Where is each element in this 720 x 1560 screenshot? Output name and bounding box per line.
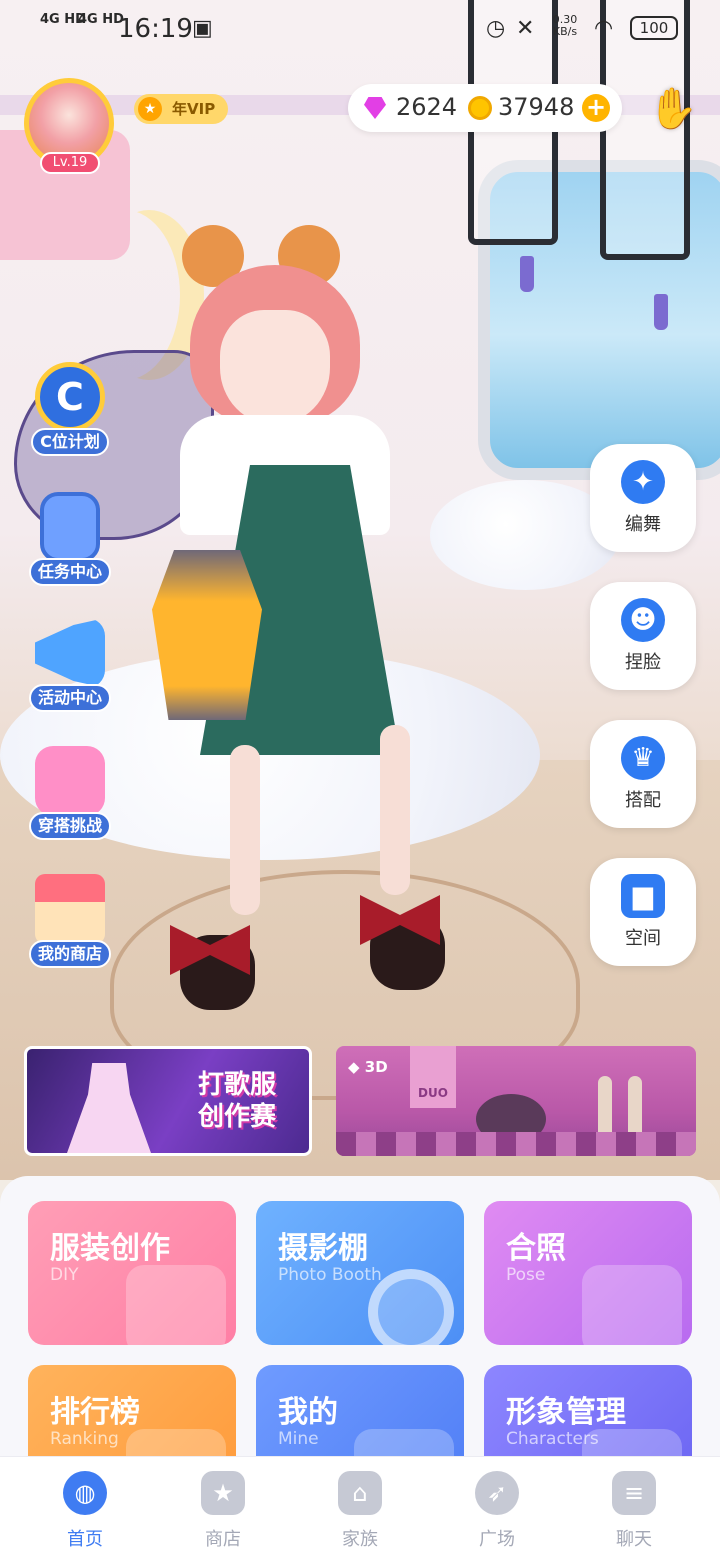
event-center-button[interactable]: 活动中心 <box>20 618 120 712</box>
c-position-plan-button[interactable]: C C位计划 <box>20 362 120 456</box>
tab-shop[interactable]: ★ 商店 <box>173 1471 273 1551</box>
status-bar: 4G HD 4G HD 16:19 ▣ ◷ ✕ 0.30 KB/s ◠ 100 <box>0 0 720 56</box>
network-speed: 0.30 KB/s <box>548 14 582 38</box>
duo-sign: DUO <box>410 1046 456 1108</box>
hand-wave-icon[interactable]: ✋ <box>648 84 698 134</box>
alarm-icon: ◷ <box>486 16 506 41</box>
photo-studio-card[interactable]: 摄影棚 Photo Booth <box>256 1201 464 1345</box>
face-edit-icon: ☻ <box>621 598 665 642</box>
coin-icon <box>468 96 492 120</box>
shopping-bag-icon: ★ <box>201 1471 245 1515</box>
face-edit-button[interactable]: ☻ 捏脸 <box>590 582 696 690</box>
feature-panel: 服装创作 DIY 摄影棚 Photo Booth 合照 Pose 排行榜 Ran… <box>0 1176 720 1509</box>
outfit-challenge-label: 穿搭挑战 <box>28 812 111 840</box>
task-center-button[interactable]: 任务中心 <box>20 492 120 586</box>
photo-frame-icon <box>582 1265 682 1345</box>
sim-icon: ▣ <box>192 16 213 41</box>
dress-illustration <box>67 1063 151 1153</box>
choreography-button[interactable]: ✦ 编舞 <box>590 444 696 552</box>
chat-icon: ≡ <box>612 1471 656 1515</box>
vip-label: 年VIP <box>172 100 216 118</box>
card-title: 摄影棚 <box>278 1231 368 1266</box>
character-face <box>220 310 330 425</box>
tassel-right <box>654 294 668 330</box>
costume-creation-card[interactable]: 服装创作 DIY <box>28 1201 236 1345</box>
banner-title-line2: 创作赛 <box>197 1102 276 1132</box>
tab-home[interactable]: ◍ 首页 <box>35 1471 135 1551</box>
megaphone-icon <box>35 618 105 688</box>
tab-family-label: 家族 <box>342 1529 378 1550</box>
star-icon: ★ <box>138 97 162 121</box>
compass-icon: ➶ <box>475 1471 519 1515</box>
wifi-icon: ◠ <box>594 16 614 41</box>
dress-icon: ♛ <box>621 736 665 780</box>
banner-title: 打歌服 创作赛 <box>177 1069 297 1133</box>
gem-icon <box>364 97 386 119</box>
c-position-icon: C <box>35 362 105 432</box>
card-title: 服装创作 <box>50 1231 170 1266</box>
outfit-challenge-button[interactable]: 穿搭挑战 <box>20 746 120 840</box>
outfit-challenge-icon <box>35 746 105 816</box>
dress-icon <box>126 1265 226 1345</box>
mute-icon: ✕ <box>516 16 535 41</box>
lantern <box>152 550 262 720</box>
coin-count: 37948 <box>498 93 575 121</box>
space-button[interactable]: ▆ 空间 <box>590 858 696 966</box>
card-title: 我的 <box>278 1395 338 1430</box>
tab-shop-label: 商店 <box>205 1529 241 1550</box>
outfit-label: 搭配 <box>625 790 661 811</box>
bottom-tab-bar: ◍ 首页 ★ 商店 ⌂ 家族 ➶ 广场 ≡ 聊天 <box>0 1456 720 1560</box>
camera-icon <box>368 1269 454 1345</box>
currency-bar: 2624 37948 + <box>348 84 622 132</box>
3d-stage-banner[interactable]: ◆ 3D DUO <box>336 1046 696 1156</box>
my-shop-label: 我的商店 <box>28 940 111 968</box>
outfit-button[interactable]: ♛ 搭配 <box>590 720 696 828</box>
vip-badge[interactable]: ★ 年VIP <box>134 94 228 124</box>
tassel-left <box>520 256 534 292</box>
battery-indicator: 100 <box>630 16 678 40</box>
clipboard-icon <box>40 492 100 562</box>
dance-icon: ✦ <box>621 460 665 504</box>
event-center-label: 活动中心 <box>28 684 111 712</box>
checkered-floor <box>336 1132 696 1156</box>
group-photo-card[interactable]: 合照 Pose <box>484 1201 692 1345</box>
space-label: 空间 <box>625 928 661 949</box>
banner-title-line1: 打歌服 <box>197 1070 276 1100</box>
card-title: 形象管理 <box>506 1395 626 1430</box>
card-title: 合照 <box>506 1231 566 1266</box>
character-leg-right <box>380 725 410 895</box>
tab-chat-label: 聊天 <box>616 1529 652 1550</box>
song-outfit-contest-banner[interactable]: 打歌服 创作赛 <box>24 1046 312 1156</box>
tab-family[interactable]: ⌂ 家族 <box>310 1471 410 1551</box>
card-title: 排行榜 <box>50 1395 140 1430</box>
tab-square[interactable]: ➶ 广场 <box>447 1471 547 1551</box>
my-shop-button[interactable]: 我的商店 <box>20 874 120 968</box>
sofa-icon: ▆ <box>621 874 665 918</box>
choreography-label: 编舞 <box>625 514 661 535</box>
shop-icon <box>35 874 105 944</box>
tab-home-label: 首页 <box>67 1529 103 1550</box>
3d-tag-label: 3D <box>364 1058 388 1076</box>
tab-chat[interactable]: ≡ 聊天 <box>584 1471 684 1551</box>
level-badge: Lv.19 <box>40 152 100 174</box>
character-leg-left <box>230 745 260 915</box>
status-time: 16:19 <box>118 14 193 44</box>
c-position-label: C位计划 <box>31 428 109 456</box>
network-speed-unit: KB/s <box>552 25 578 38</box>
tab-square-label: 广场 <box>479 1529 515 1550</box>
planet-icon: ◍ <box>63 1471 107 1515</box>
face-edit-label: 捏脸 <box>625 652 661 673</box>
gem-count: 2624 <box>396 93 458 121</box>
home-icon: ⌂ <box>338 1471 382 1515</box>
add-currency-button[interactable]: + <box>582 94 610 122</box>
task-center-label: 任务中心 <box>28 558 111 586</box>
avatar <box>29 83 109 163</box>
3d-tag: ◆ 3D <box>348 1058 388 1076</box>
